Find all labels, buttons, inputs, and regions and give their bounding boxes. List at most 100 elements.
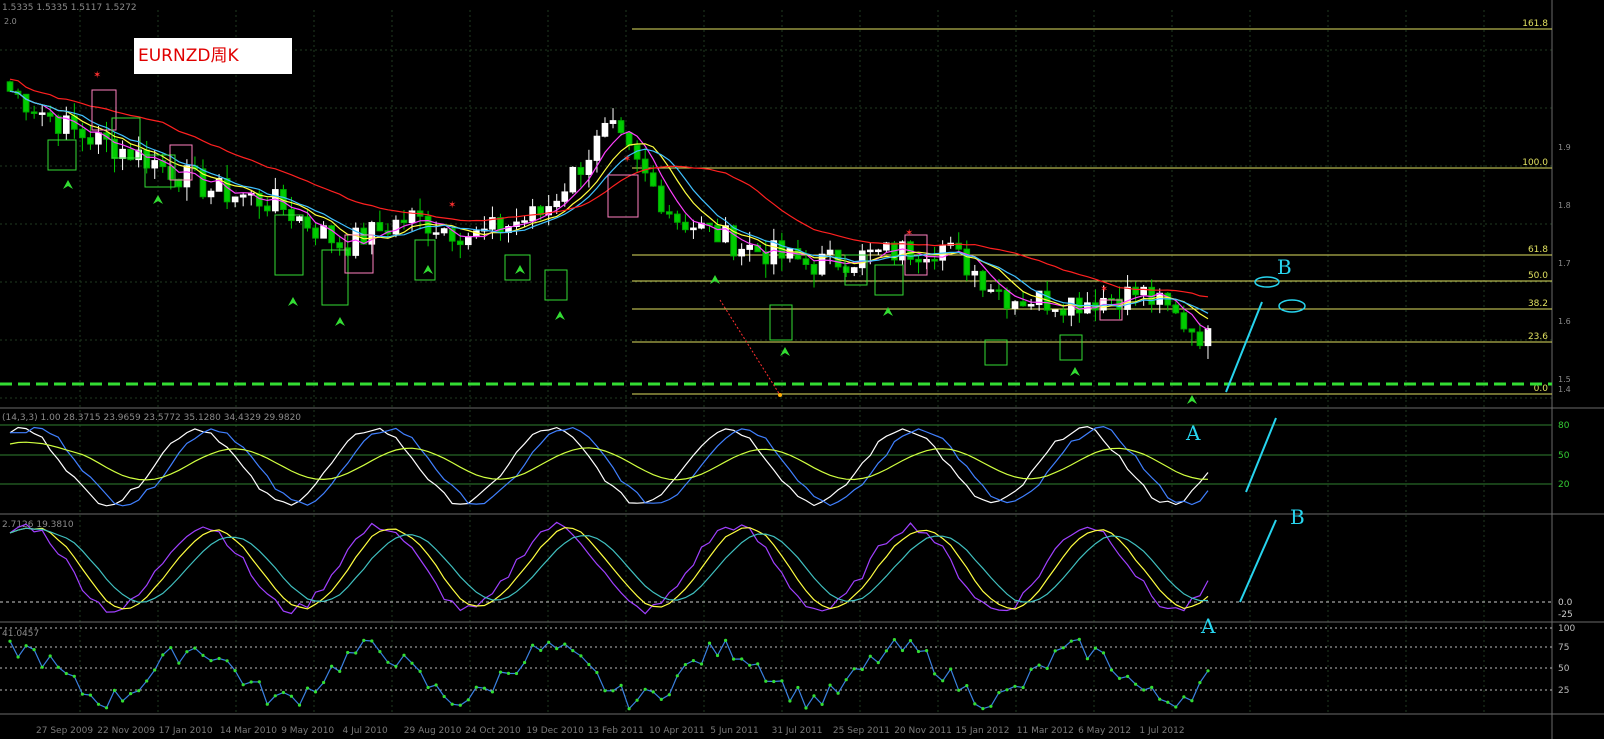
rsi-point bbox=[900, 648, 905, 653]
stoch-level-label: 80 bbox=[1558, 421, 1570, 431]
rsi-point bbox=[1021, 685, 1025, 690]
rsi-point bbox=[941, 679, 945, 683]
candle-bear bbox=[46, 112, 54, 117]
rsi-point bbox=[482, 686, 486, 690]
rsi-point bbox=[1069, 639, 1073, 643]
candle-bear bbox=[1059, 309, 1067, 316]
rsi-point bbox=[876, 661, 880, 665]
rsi-point bbox=[354, 651, 358, 655]
rsi-point bbox=[402, 653, 406, 657]
candle-bull bbox=[1011, 301, 1019, 309]
rsi-point bbox=[973, 702, 977, 706]
candle-bear bbox=[456, 240, 464, 246]
rsi-point bbox=[24, 644, 28, 648]
rsi-point bbox=[804, 706, 808, 710]
rsi-point bbox=[756, 662, 760, 666]
rsi-point bbox=[667, 693, 671, 697]
candle-bull bbox=[770, 240, 778, 265]
rsi-point bbox=[892, 638, 897, 642]
rsi-point bbox=[346, 650, 350, 655]
rsi-point bbox=[362, 638, 366, 643]
rsi-point bbox=[812, 694, 816, 698]
candle-bear bbox=[304, 216, 311, 229]
date-tick-label: 20 Nov 2011 bbox=[894, 726, 952, 736]
rsi-point bbox=[732, 657, 736, 661]
rsi-point bbox=[8, 639, 12, 643]
rsi-point bbox=[1174, 705, 1178, 709]
rsi-point bbox=[217, 656, 221, 661]
fib-level-label: 61.8 bbox=[1528, 245, 1548, 255]
rsi-point bbox=[1037, 663, 1041, 667]
candle-bear bbox=[30, 111, 38, 114]
rsi-point bbox=[233, 669, 237, 673]
rsi-point bbox=[40, 665, 44, 669]
rsi-point bbox=[1109, 668, 1114, 672]
rsi-point bbox=[322, 680, 326, 685]
candle-bear bbox=[915, 258, 922, 263]
candle-bull bbox=[1140, 286, 1147, 296]
candle-bear bbox=[1180, 312, 1188, 330]
candle-bull bbox=[1204, 328, 1212, 347]
rsi-point bbox=[1126, 674, 1130, 679]
rsi-point bbox=[394, 664, 398, 668]
chart-canvas[interactable]: 161.8 100.0 61.8 50.0 38.2 23.6 0.0 ✶ ✶ ✶ ✶ ✶ 80 50… bbox=[0, 0, 1604, 739]
price-tick-label: 1.7 bbox=[1558, 259, 1571, 268]
date-tick-label: 24 Oct 2010 bbox=[465, 726, 521, 736]
rsi-point bbox=[410, 661, 414, 665]
date-tick-label: 25 Sep 2011 bbox=[833, 726, 890, 736]
candle-bull bbox=[690, 227, 697, 231]
candle-bear bbox=[657, 185, 665, 213]
candle-bull bbox=[738, 248, 745, 257]
rsi-point bbox=[965, 684, 969, 688]
candle-bull bbox=[899, 241, 906, 261]
fib-level-label: 50.0 bbox=[1528, 271, 1548, 281]
date-tick-label: 6 May 2012 bbox=[1078, 726, 1131, 736]
candle-bear bbox=[810, 263, 818, 275]
date-tick-label: 14 Mar 2010 bbox=[220, 726, 277, 736]
sell-signal-icon: ✶ bbox=[1100, 284, 1108, 295]
rsi-point bbox=[104, 706, 109, 710]
rsi-point bbox=[1158, 697, 1162, 701]
rsi-point bbox=[563, 642, 567, 646]
rsi-point bbox=[153, 668, 157, 672]
rsi-point bbox=[651, 690, 655, 694]
candle-bull bbox=[151, 160, 159, 169]
candle-bear bbox=[995, 289, 1003, 292]
rsi-point bbox=[691, 659, 696, 663]
rsi-point bbox=[1166, 700, 1170, 704]
rsi-point bbox=[64, 671, 68, 676]
candle-bear bbox=[400, 219, 408, 224]
rsi-point bbox=[1077, 637, 1081, 642]
rsi-point bbox=[442, 694, 446, 699]
date-tick-label: 9 May 2010 bbox=[281, 726, 334, 736]
fib-level-label: 23.6 bbox=[1528, 332, 1548, 342]
rsi-level-label: 75 bbox=[1558, 643, 1569, 653]
candle-bull bbox=[119, 148, 126, 159]
rsi-point bbox=[1045, 666, 1049, 671]
candle-bull bbox=[1051, 309, 1059, 312]
candle-bear bbox=[674, 213, 681, 223]
candle-bull bbox=[1124, 286, 1131, 310]
candle-bear bbox=[328, 225, 335, 244]
candle-bear bbox=[312, 227, 319, 239]
candle-bear bbox=[577, 166, 585, 175]
rsi-point bbox=[1142, 688, 1146, 692]
candle-bull bbox=[183, 165, 191, 188]
rsi-point bbox=[56, 665, 60, 669]
rsi-point bbox=[289, 694, 293, 698]
candle-bear bbox=[1188, 328, 1196, 333]
candle-bear bbox=[682, 221, 689, 231]
candle-bear bbox=[979, 270, 987, 291]
candle-bull bbox=[440, 228, 448, 234]
rsi-point bbox=[177, 661, 181, 665]
rsi-point bbox=[659, 697, 663, 702]
price-tick-label: 1.4 bbox=[1558, 385, 1571, 394]
stoch-level-label: 50 bbox=[1558, 451, 1570, 461]
rsi-point bbox=[96, 702, 101, 706]
candle-bull bbox=[529, 206, 536, 222]
rsi-point bbox=[820, 702, 824, 707]
rsi-point bbox=[498, 670, 503, 674]
sell-signal-icon: ✶ bbox=[623, 154, 631, 165]
rsi-level-label: 100 bbox=[1558, 624, 1575, 634]
sell-signal-icon: ✶ bbox=[905, 228, 913, 239]
